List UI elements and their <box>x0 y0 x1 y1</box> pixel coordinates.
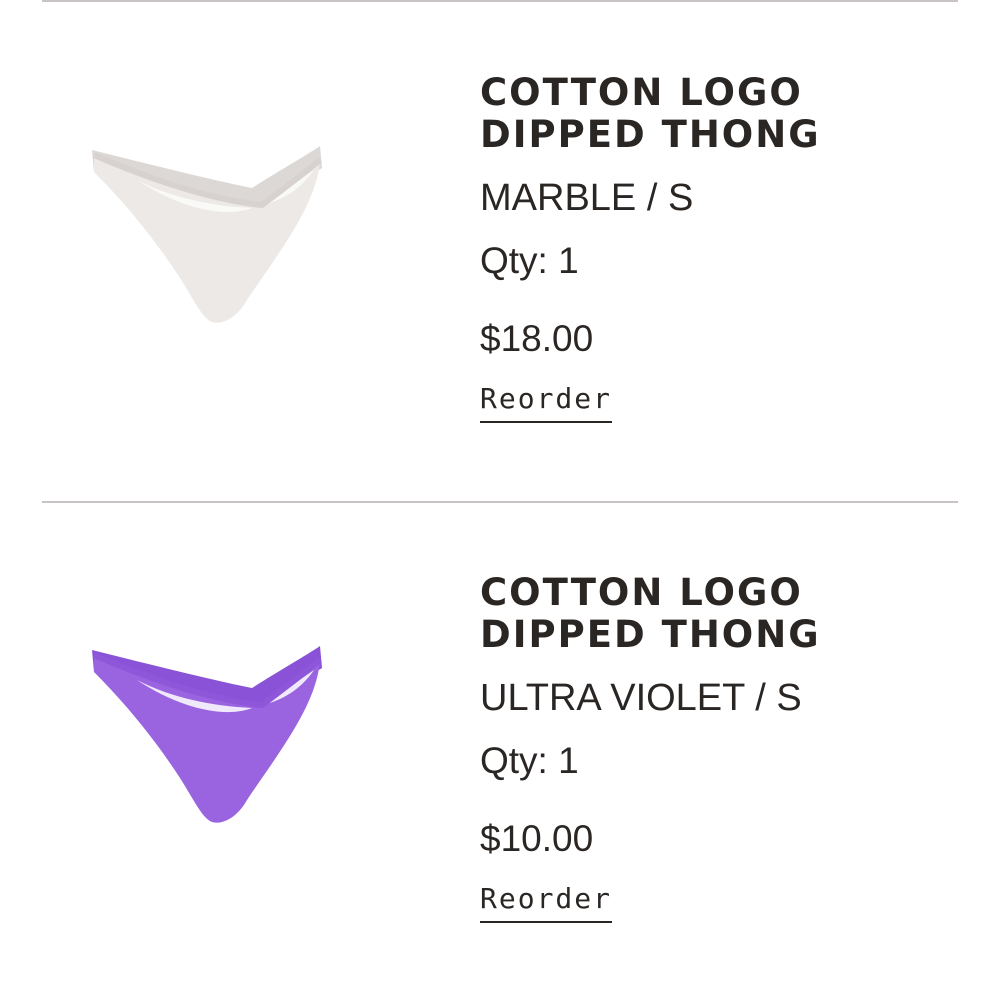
product-thong-image <box>92 146 322 323</box>
item-details: COTTON LOGO DIPPED THONG ULTRA VIOLET / … <box>480 572 940 923</box>
product-image[interactable] <box>62 110 352 350</box>
reorder-link[interactable]: Reorder <box>480 881 613 923</box>
product-price: $10.00 <box>480 818 594 859</box>
product-quantity: Qty: 1 <box>480 740 579 781</box>
product-title[interactable]: COTTON LOGO DIPPED THONG <box>480 72 940 156</box>
product-price: $18.00 <box>480 318 594 359</box>
product-title[interactable]: COTTON LOGO DIPPED THONG <box>480 572 940 656</box>
product-image[interactable] <box>62 610 352 850</box>
product-quantity: Qty: 1 <box>480 240 579 281</box>
product-variant: MARBLE / S <box>480 177 694 219</box>
reorder-link[interactable]: Reorder <box>480 381 613 423</box>
order-item: COTTON LOGO DIPPED THONG MARBLE / S Qty:… <box>0 0 1000 500</box>
product-variant: ULTRA VIOLET / S <box>480 677 802 719</box>
product-thong-image <box>92 646 322 823</box>
item-details: COTTON LOGO DIPPED THONG MARBLE / S Qty:… <box>480 72 940 423</box>
order-item: COTTON LOGO DIPPED THONG ULTRA VIOLET / … <box>0 500 1000 1000</box>
